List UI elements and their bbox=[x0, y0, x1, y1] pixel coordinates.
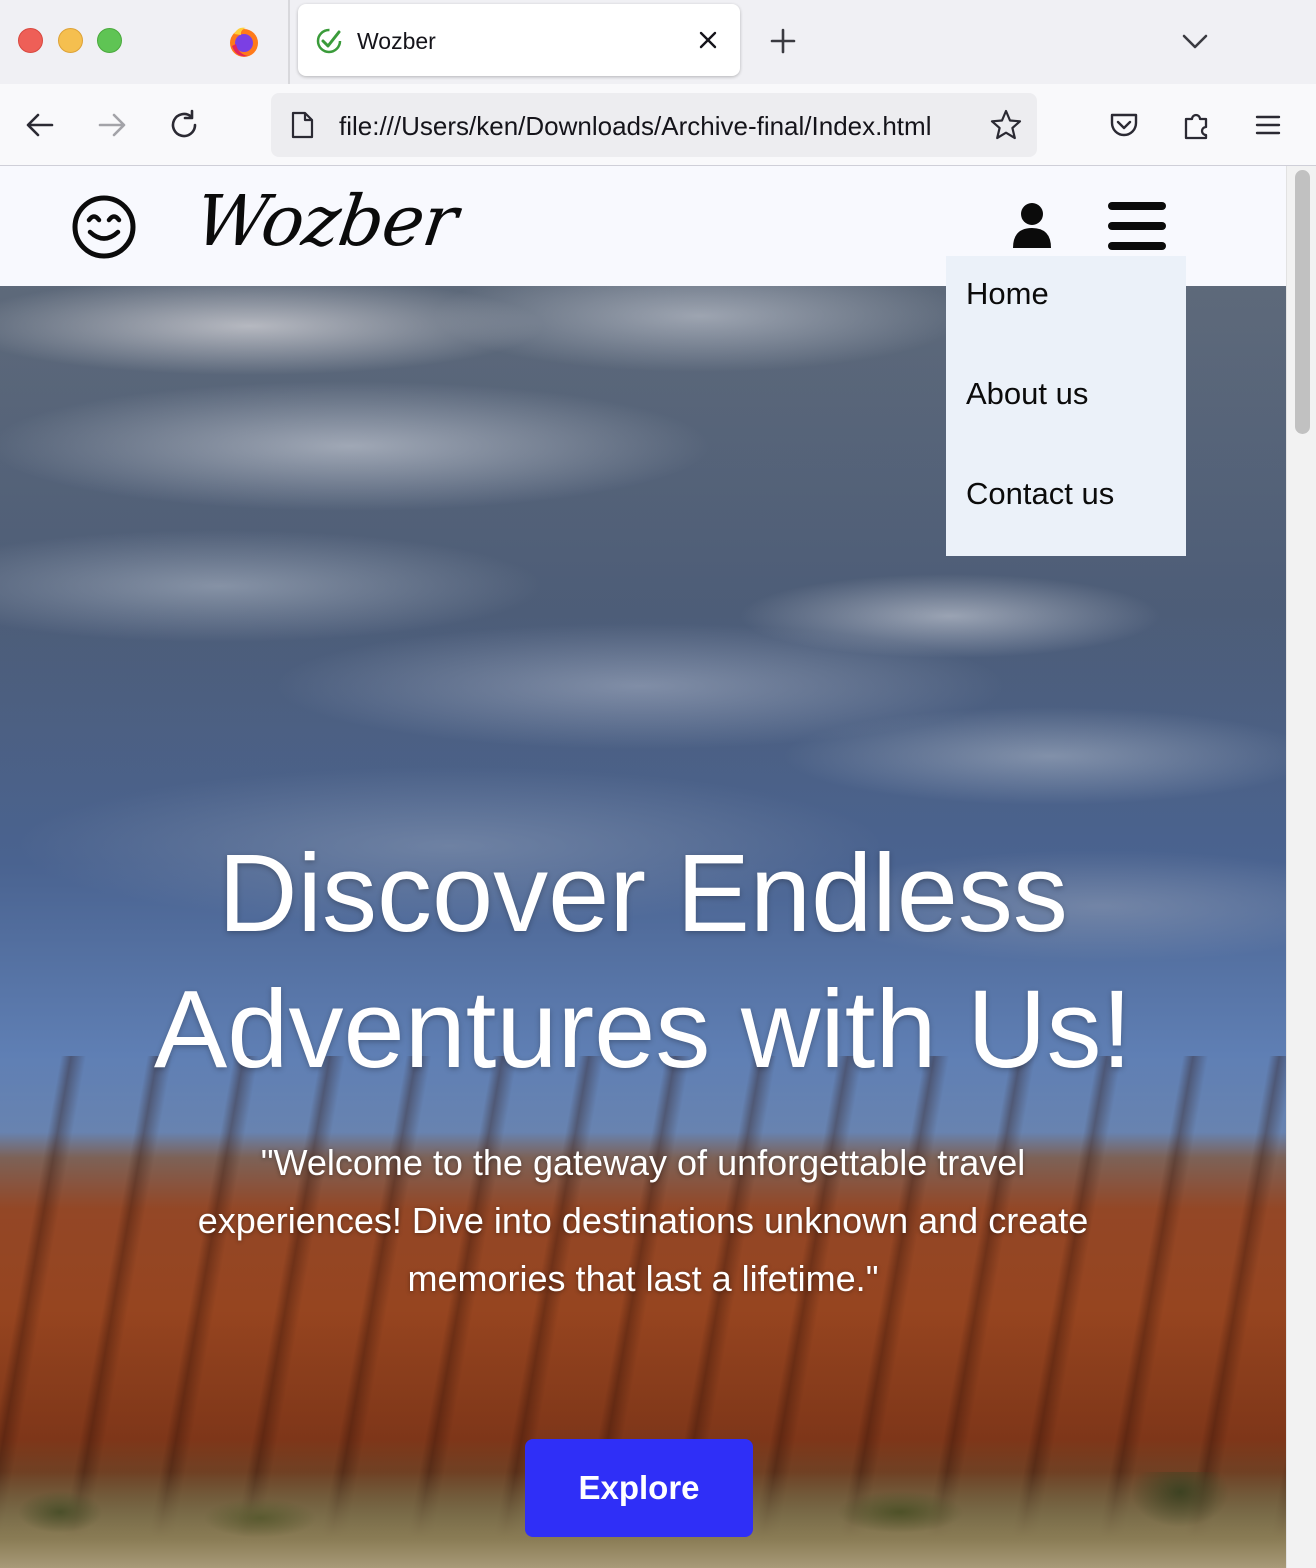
browser-toolbar: file:///Users/ken/Downloads/Archive-fina… bbox=[0, 84, 1316, 166]
back-button[interactable] bbox=[19, 104, 61, 146]
scrollbar-thumb[interactable] bbox=[1295, 170, 1310, 434]
hero-subtitle: "Welcome to the gateway of unforgettable… bbox=[197, 1142, 1089, 1299]
menu-item-about-us[interactable]: About us bbox=[966, 376, 1088, 412]
menu-item-contact-us[interactable]: Contact us bbox=[966, 476, 1114, 512]
hero-title-line: Adventures with Us! bbox=[153, 968, 1133, 1091]
nav-dropdown-menu: Home About us Contact us bbox=[946, 256, 1186, 556]
hamburger-menu-icon[interactable] bbox=[1108, 200, 1168, 252]
firefox-icon[interactable] bbox=[226, 24, 262, 60]
close-tab-icon[interactable] bbox=[694, 26, 722, 54]
hamburger-line bbox=[1108, 202, 1166, 210]
explore-button[interactable]: Explore bbox=[525, 1439, 753, 1537]
url-text[interactable]: file:///Users/ken/Downloads/Archive-fina… bbox=[339, 111, 979, 141]
puzzle-icon bbox=[1184, 113, 1208, 140]
pocket-icon bbox=[1110, 113, 1138, 137]
reload-button[interactable] bbox=[163, 104, 205, 146]
user-icon[interactable] bbox=[1010, 202, 1054, 248]
url-bar[interactable]: file:///Users/ken/Downloads/Archive-fina… bbox=[271, 93, 1037, 157]
chevron-down-icon[interactable] bbox=[1178, 24, 1212, 58]
hamburger-line bbox=[1108, 222, 1166, 230]
reload-icon bbox=[171, 109, 197, 138]
extensions-button[interactable] bbox=[1176, 104, 1218, 146]
hamburger-line bbox=[1108, 242, 1166, 250]
hero-title: Discover Endless Adventures with Us! bbox=[0, 826, 1286, 1098]
window-close-button[interactable] bbox=[18, 28, 43, 53]
new-tab-icon[interactable] bbox=[766, 24, 800, 58]
window-minimize-button[interactable] bbox=[58, 28, 83, 53]
tab-title: Wozber bbox=[357, 28, 436, 54]
forward-button[interactable] bbox=[91, 104, 133, 146]
menu-icon bbox=[1255, 115, 1281, 135]
browser-tab-active[interactable]: Wozber bbox=[298, 4, 740, 76]
check-favicon-icon bbox=[316, 28, 342, 54]
menu-item-home[interactable]: Home bbox=[966, 276, 1049, 312]
window-maximize-button[interactable] bbox=[97, 28, 122, 53]
page-icon bbox=[291, 111, 314, 139]
arrow-right-icon bbox=[98, 113, 126, 137]
page-viewport: Wozber Discover Endless Adventures with … bbox=[0, 166, 1316, 1568]
arrow-left-icon bbox=[26, 113, 54, 137]
brand-logo-text[interactable]: Wozber bbox=[190, 180, 461, 262]
smiley-logo-icon[interactable] bbox=[70, 193, 138, 261]
tab-separator bbox=[288, 0, 290, 84]
vertical-scrollbar[interactable] bbox=[1286, 166, 1316, 1568]
pocket-button[interactable] bbox=[1103, 104, 1145, 146]
bookmark-star-icon[interactable] bbox=[989, 108, 1023, 142]
hero-title-line: Discover Endless bbox=[218, 832, 1068, 955]
browser-tab-bar: Wozber bbox=[0, 0, 1316, 84]
app-menu-button[interactable] bbox=[1247, 104, 1289, 146]
